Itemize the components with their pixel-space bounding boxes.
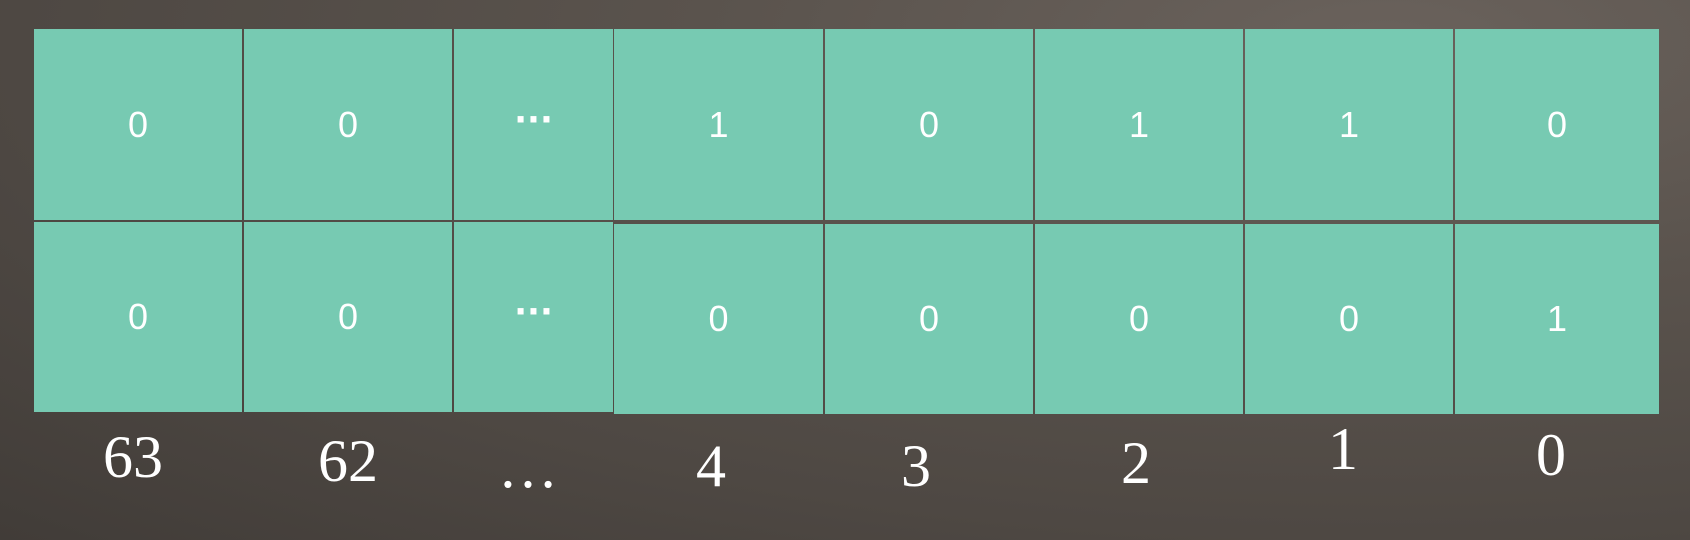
bit-ellipsis-cell: ···: [454, 222, 613, 412]
bit-cell: 0: [825, 29, 1033, 220]
bit-cell: 0: [1245, 224, 1453, 414]
bit-cell: 1: [1245, 29, 1453, 220]
bit-cell: 0: [614, 224, 823, 414]
bit-index-label: …: [498, 434, 558, 500]
bit-cell: 0: [1035, 224, 1243, 414]
bit-index-label: 63: [103, 424, 163, 490]
bit-index-label: 2: [1121, 430, 1151, 496]
bit-ellipsis-cell: ···: [454, 29, 613, 220]
bit-cell: 0: [34, 222, 242, 412]
bit-cell: 0: [244, 29, 452, 220]
bit-index-label: 0: [1536, 422, 1566, 488]
bit-cell: 0: [34, 29, 242, 220]
bit-index-label: 62: [318, 428, 378, 494]
bit-cell: 0: [825, 224, 1033, 414]
bit-index-label: 4: [696, 433, 726, 499]
bit-cell: 0: [1455, 29, 1659, 220]
bit-cell: 1: [1455, 224, 1659, 414]
bit-index-label: 3: [901, 433, 931, 499]
bit-index-label: 1: [1328, 416, 1358, 482]
bit-cell: 1: [1035, 29, 1243, 220]
bit-cell: 0: [244, 222, 452, 412]
bit-cell: 1: [614, 29, 823, 220]
